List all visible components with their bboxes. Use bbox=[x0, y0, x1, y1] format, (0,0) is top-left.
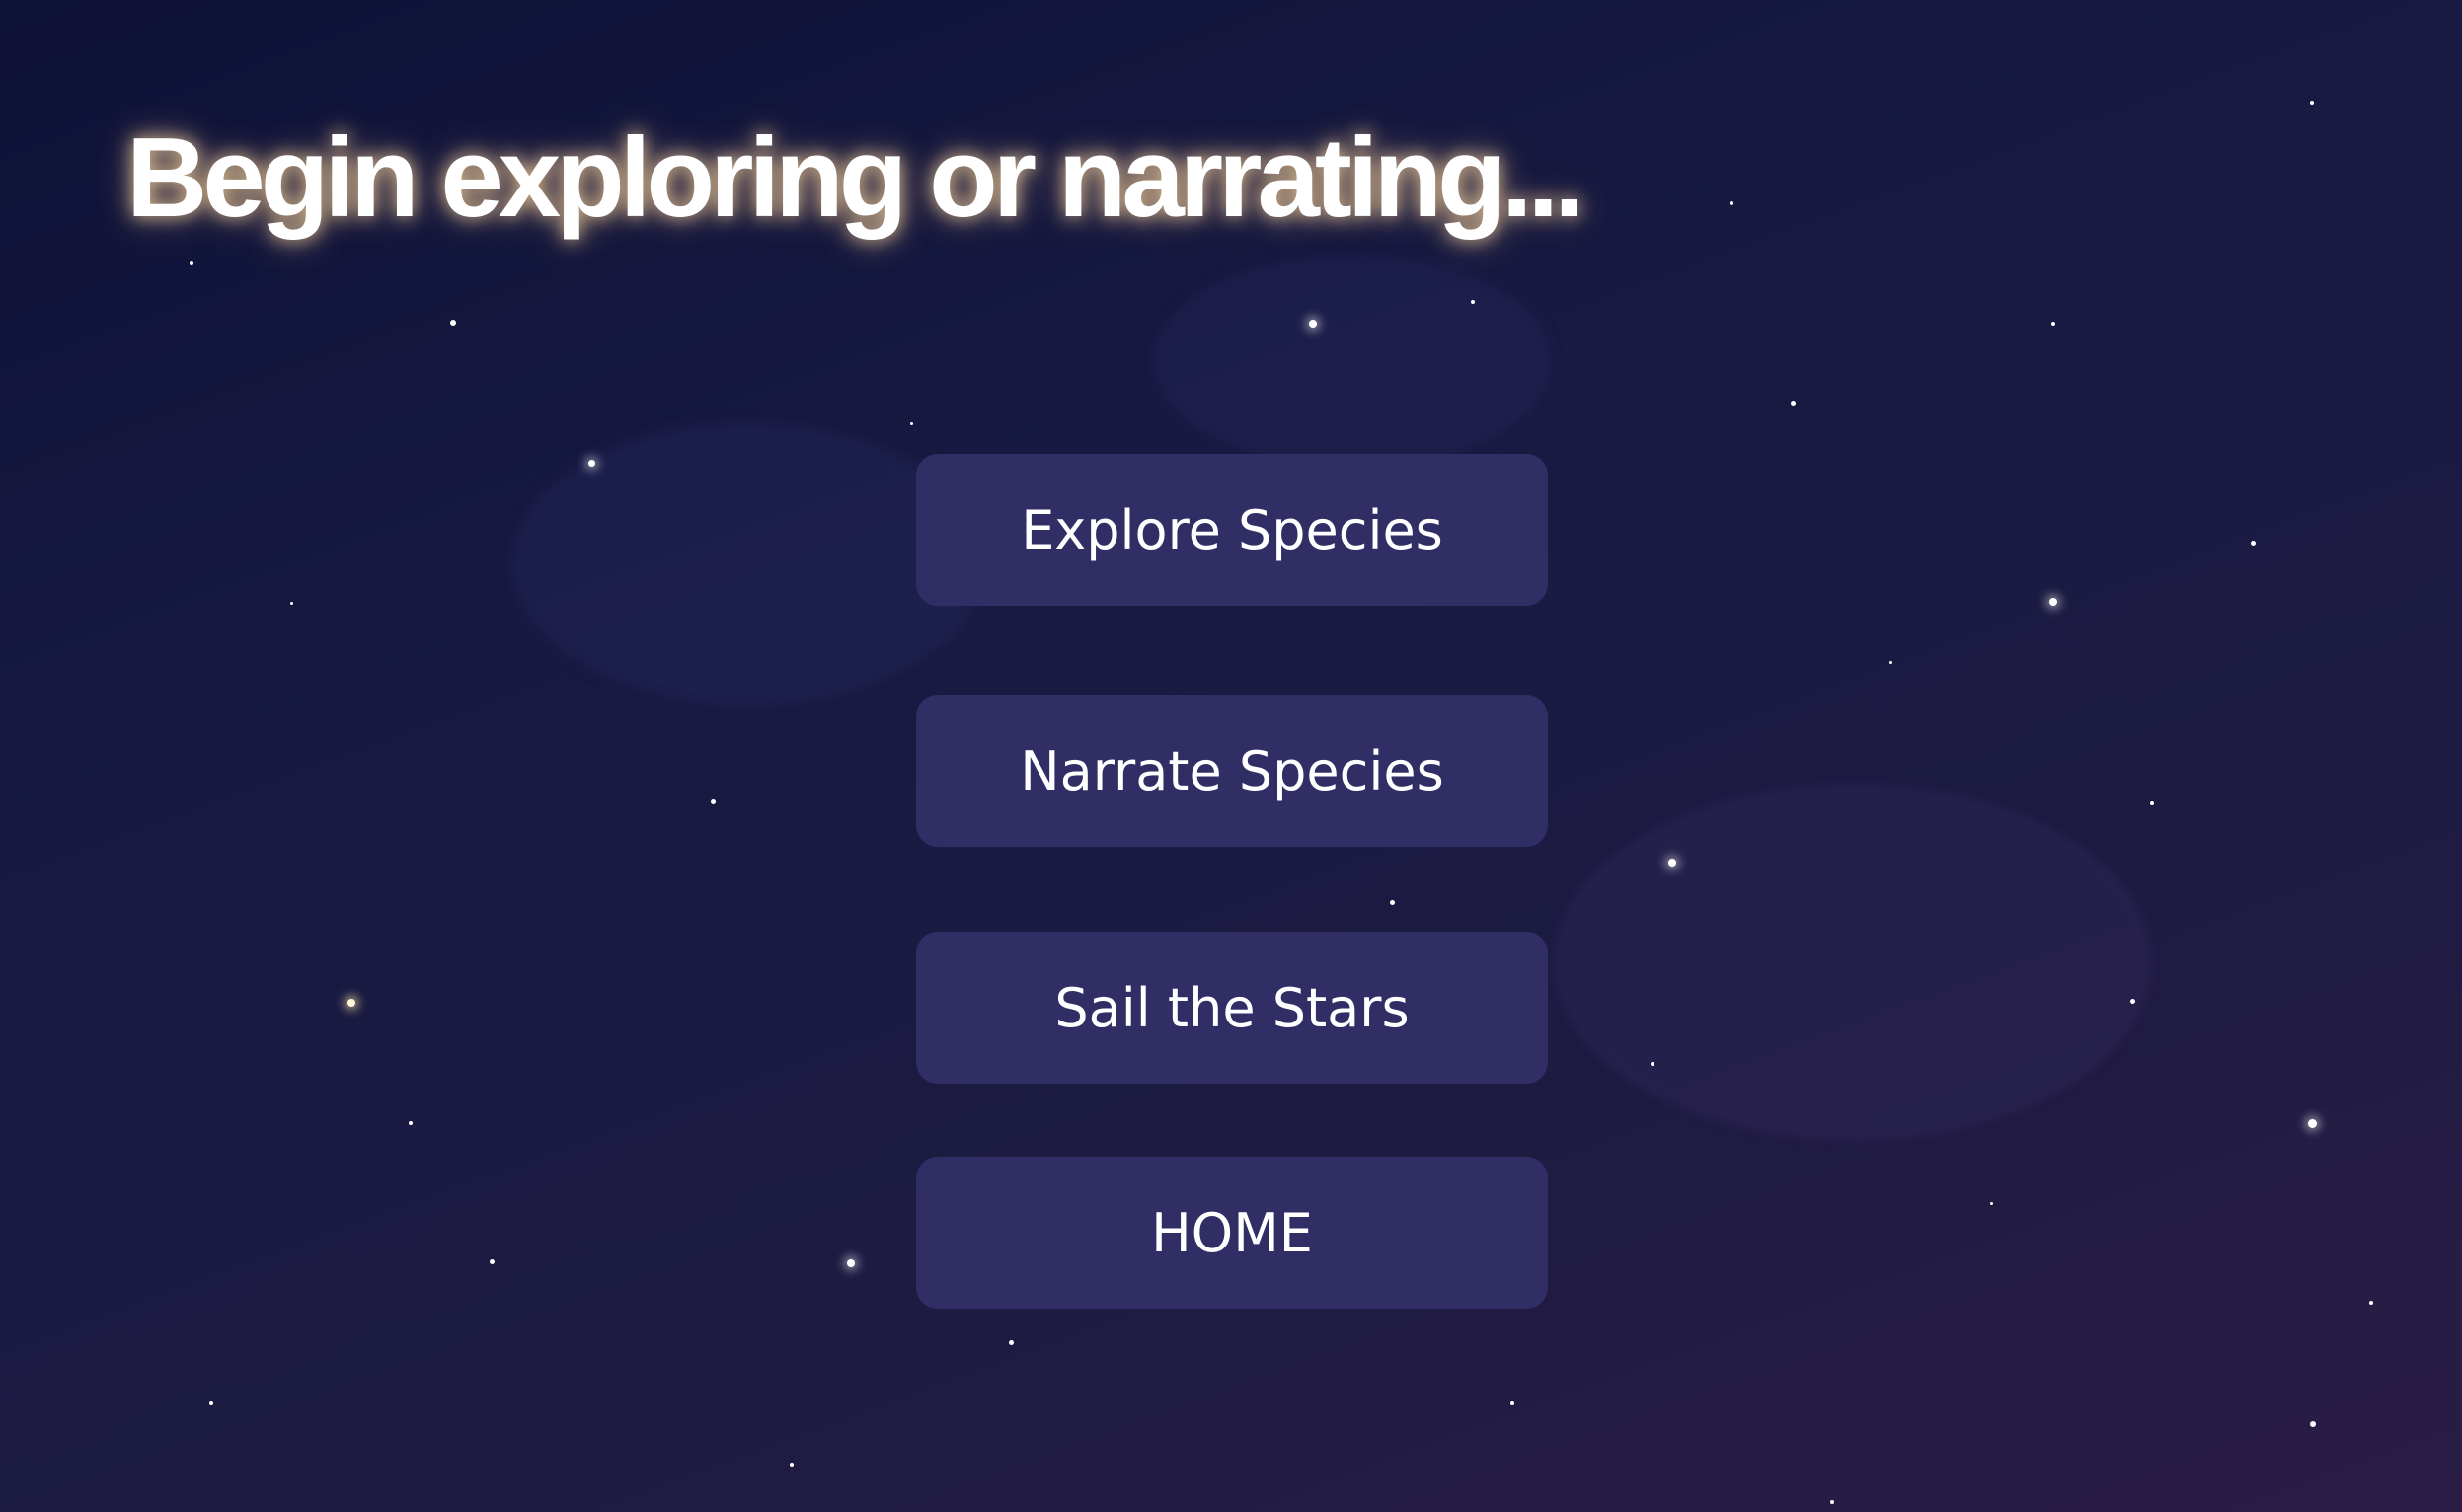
star bbox=[2051, 322, 2055, 326]
star bbox=[347, 999, 355, 1007]
star bbox=[1668, 859, 1676, 867]
star bbox=[910, 422, 913, 425]
star bbox=[1730, 201, 1733, 205]
star bbox=[2308, 1119, 2317, 1128]
star bbox=[190, 261, 193, 265]
star bbox=[1471, 300, 1475, 304]
star bbox=[1889, 661, 1892, 664]
narrate-species-button[interactable]: Narrate Species bbox=[916, 695, 1548, 847]
star bbox=[290, 602, 293, 605]
star bbox=[847, 1259, 855, 1267]
star bbox=[2369, 1301, 2373, 1305]
star bbox=[1651, 1062, 1654, 1066]
star bbox=[2130, 999, 2135, 1004]
star bbox=[588, 460, 595, 467]
star bbox=[2310, 1421, 2316, 1427]
star bbox=[1009, 1340, 1014, 1345]
star bbox=[1990, 1202, 1993, 1205]
star bbox=[209, 1401, 213, 1405]
star bbox=[2310, 101, 2314, 105]
star bbox=[2150, 801, 2154, 805]
star bbox=[1390, 900, 1395, 905]
page-title: Begin exploring or narrating... bbox=[126, 115, 1585, 241]
star bbox=[711, 799, 716, 804]
star bbox=[1309, 320, 1317, 328]
star bbox=[1830, 1500, 1834, 1504]
space-background: Begin exploring or narrating... Explore … bbox=[0, 0, 2462, 1512]
explore-species-button[interactable]: Explore Species bbox=[916, 454, 1548, 606]
star bbox=[2251, 541, 2256, 546]
star bbox=[790, 1463, 794, 1467]
star bbox=[1791, 401, 1796, 406]
star bbox=[2049, 598, 2057, 606]
star bbox=[1510, 1401, 1514, 1405]
sail-the-stars-button[interactable]: Sail the Stars bbox=[916, 932, 1548, 1084]
star bbox=[450, 320, 456, 326]
nebula-cloud bbox=[511, 422, 985, 705]
star bbox=[490, 1259, 495, 1264]
home-button[interactable]: HOME bbox=[916, 1157, 1548, 1309]
nebula-cloud bbox=[1153, 255, 1552, 468]
nebula-cloud bbox=[1554, 784, 2152, 1141]
star bbox=[409, 1121, 413, 1125]
